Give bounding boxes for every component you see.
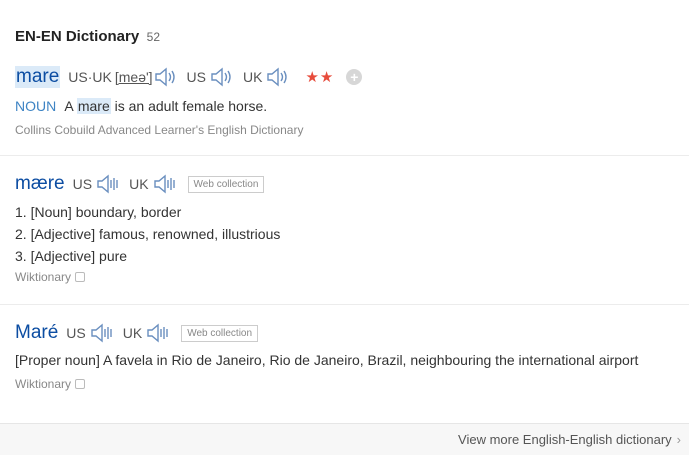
us-label: US <box>66 325 86 341</box>
headword[interactable]: mare <box>15 66 61 88</box>
sense-item: 2. [Adjective] famous, renowned, illustr… <box>15 226 281 242</box>
pronunciation-us: US <box>187 67 235 87</box>
view-more-link[interactable]: View more English-English dictionary › <box>458 432 681 447</box>
checkbox-icon[interactable] <box>75 379 86 389</box>
speaker-icon[interactable] <box>152 174 178 194</box>
def-text-post: is an adult female horse. <box>114 98 268 114</box>
entry-mare: mare US·UK [meə'] US UK ★★ + NOUN A mare… <box>15 64 689 137</box>
entry-head: mare US·UK [meə'] US UK ★★ + <box>15 64 689 90</box>
part-of-speech: NOUN <box>15 98 57 114</box>
result-count: 52 <box>146 30 161 44</box>
us-label: US <box>72 176 93 192</box>
dictionary-header: EN-EN Dictionary 52 <box>15 28 160 46</box>
entry-maere: mære US UK Web collection 1. [Noun] boun… <box>15 171 689 284</box>
pron-label: US·UK <box>68 69 112 85</box>
pronunciation-uk: UK <box>243 67 291 87</box>
uk-label: UK <box>243 69 263 85</box>
source-row: Wiktionary <box>15 377 689 391</box>
uk-label: UK <box>129 176 149 192</box>
senses-list: 1. [Noun] boundary, border 2. [Adjective… <box>15 201 689 267</box>
sense-item: 1. [Noun] boundary, border <box>15 204 182 220</box>
definition: [Proper noun] A favela in Rio de Janeiro… <box>15 352 639 368</box>
speaker-icon[interactable] <box>265 67 291 87</box>
speaker-icon[interactable] <box>209 67 235 87</box>
view-more-label: View more English-English dictionary <box>458 432 672 447</box>
pronunciation-us: US <box>66 323 114 343</box>
headword[interactable]: mære <box>15 173 65 195</box>
pronunciation-uk: UK <box>123 323 171 343</box>
speaker-icon[interactable] <box>89 323 115 343</box>
chevron-right-icon: › <box>676 432 681 447</box>
sense-item: 3. [Adjective] pure <box>15 248 128 264</box>
entry-head: mære US UK Web collection <box>15 171 689 197</box>
pronunciation-uk: UK <box>129 174 177 194</box>
pronunciation-us-uk: US·UK [meə'] <box>68 67 178 87</box>
divider <box>0 304 689 305</box>
def-text-pre: A <box>64 98 73 114</box>
entry-head: Maré US UK Web collection <box>15 320 689 346</box>
divider <box>0 155 689 156</box>
def-highlight-word: mare <box>76 98 111 114</box>
web-collection-badge[interactable]: Web collection <box>181 324 259 342</box>
plus-icon[interactable]: + <box>346 69 363 85</box>
headword[interactable]: Maré <box>15 322 58 344</box>
source-label: Collins Cobuild Advanced Learner's Engli… <box>15 123 304 137</box>
uk-label: UK <box>122 325 143 341</box>
phonetic: [meə'] <box>114 69 153 85</box>
pronunciation-us: US <box>73 174 121 194</box>
entry-mare-proper: Maré US UK Web collection [Proper noun] … <box>15 320 689 391</box>
source-label: Wiktionary <box>15 270 72 284</box>
source-row: Wiktionary <box>15 270 689 284</box>
us-label: US <box>186 69 206 85</box>
footer-bar: View more English-English dictionary › <box>0 423 689 455</box>
speaker-icon[interactable] <box>153 67 179 87</box>
speaker-icon[interactable] <box>145 323 171 343</box>
definition: NOUN A mare is an adult female horse. <box>15 98 689 114</box>
web-collection-badge[interactable]: Web collection <box>187 175 265 193</box>
source-label: Wiktionary <box>15 377 72 391</box>
frequency-stars: ★★ <box>305 69 335 86</box>
speaker-icon[interactable] <box>95 174 121 194</box>
checkbox-icon[interactable] <box>75 272 86 282</box>
dictionary-title: EN-EN Dictionary <box>15 28 140 45</box>
